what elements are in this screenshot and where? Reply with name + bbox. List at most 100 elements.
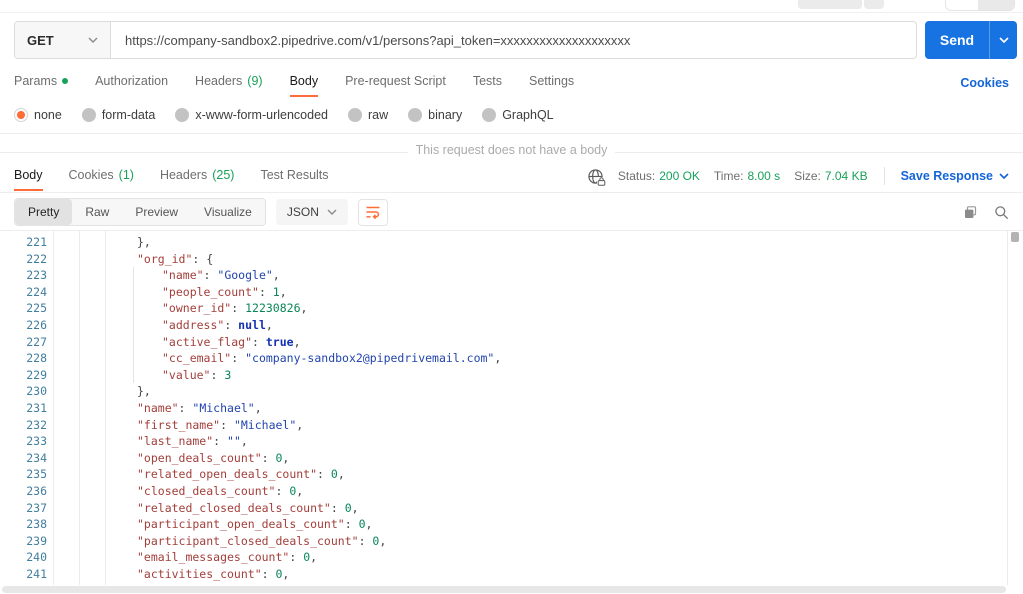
- view-tab-preview[interactable]: Preview: [122, 199, 191, 225]
- code-text: "closed_deals_count": 0,: [47, 483, 1007, 500]
- response-body-viewer[interactable]: 221}, 222 "org_id": {223 "name": "Google", 2…: [0, 231, 1008, 585]
- request-tabs-row: Params Authorization Headers (9) Body Pre-req…: [0, 68, 1023, 97]
- token-p: ,: [296, 417, 304, 432]
- code-text: "first_name": "Michael",: [47, 417, 1007, 434]
- send-options-chevron[interactable]: [989, 21, 1017, 59]
- code-text: "name": "Google",: [47, 267, 1007, 284]
- code-text: "owner_id": 12230826,: [47, 300, 1007, 317]
- radio-icon: [482, 108, 497, 122]
- token-p: :: [330, 500, 345, 515]
- body-type-label: raw: [368, 108, 389, 122]
- time-badge: Time: 8.00 s: [713, 169, 781, 183]
- token-p: :: [224, 317, 239, 332]
- divider: [883, 167, 885, 185]
- code-text: },: [47, 383, 1007, 400]
- tab-params[interactable]: Params: [14, 68, 69, 97]
- token-k: "first_name": [137, 417, 221, 432]
- response-view-toolbar: Pretty Raw Preview Visualize JSON: [14, 198, 1009, 226]
- tab-authorization[interactable]: Authorization: [95, 68, 168, 97]
- network-globe-lock-icon[interactable]: [587, 168, 606, 186]
- copy-icon[interactable]: [963, 205, 978, 220]
- token-p: ,: [240, 434, 248, 449]
- token-k: "participant_closed_deals_count": [137, 533, 359, 548]
- horizontal-scrollbar[interactable]: [0, 586, 1023, 594]
- chrome-button-group[interactable]: [798, 0, 862, 9]
- token-p: ,: [300, 301, 308, 316]
- body-type-x-www-form-urlencoded[interactable]: x-www-form-urlencoded: [175, 108, 328, 122]
- body-type-graphql[interactable]: GraphQL: [482, 108, 554, 122]
- request-tabs: Params Authorization Headers (9) Body Pre-req…: [14, 68, 960, 97]
- token-p: ,: [272, 268, 280, 283]
- indent-guide: [79, 231, 80, 585]
- method-select[interactable]: GET: [15, 22, 111, 58]
- tab-tests[interactable]: Tests: [473, 68, 502, 97]
- chrome-button[interactable]: [864, 0, 884, 9]
- token-s: "Michael": [192, 400, 255, 415]
- token-k: "address": [162, 317, 225, 332]
- token-p: : {: [192, 251, 214, 266]
- code-line: 239 "participant_closed_deals_count": 0,: [0, 533, 1007, 550]
- body-type-binary[interactable]: binary: [408, 108, 462, 122]
- format-select[interactable]: JSON: [275, 199, 348, 225]
- cookies-link[interactable]: Cookies: [960, 76, 1009, 90]
- line-number: 239: [26, 533, 47, 548]
- body-type-raw[interactable]: raw: [348, 108, 388, 122]
- code-line: 226 "address": null,: [0, 317, 1007, 334]
- view-tab-visualize[interactable]: Visualize: [191, 199, 265, 225]
- token-p: :: [261, 450, 276, 465]
- save-response-button[interactable]: Save Response: [901, 169, 1009, 183]
- tab-pre-request-script[interactable]: Pre-request Script: [345, 68, 446, 97]
- token-p: :: [252, 334, 266, 349]
- token-k: "owner_id": [162, 301, 232, 316]
- tab-body[interactable]: Body: [289, 68, 319, 97]
- wrap-text-button[interactable]: [357, 198, 388, 226]
- token-k: "name": [137, 400, 179, 415]
- code-text: "participant_closed_deals_count": 0,: [47, 533, 1007, 550]
- token-s: "": [227, 434, 241, 449]
- tab-label: Body: [289, 74, 319, 88]
- token-b: null: [238, 317, 266, 332]
- code-line: 240 "email_messages_count": 0,: [0, 549, 1007, 566]
- body-type-none[interactable]: none: [14, 108, 62, 122]
- token-k: "related_closed_deals_count": [137, 500, 331, 515]
- response-tab-body[interactable]: Body: [14, 162, 43, 191]
- view-tab-raw[interactable]: Raw: [72, 199, 122, 225]
- code-text: },: [47, 234, 1007, 251]
- response-tab-test-results[interactable]: Test Results: [260, 162, 328, 191]
- token-b: true: [265, 334, 294, 349]
- view-tab-pretty[interactable]: Pretty: [15, 199, 73, 225]
- code-line: 233 "last_name": "",: [0, 433, 1007, 450]
- horizontal-scrollbar-thumb[interactable]: [2, 586, 1006, 593]
- code-line: 231 "name": "Michael",: [0, 400, 1007, 417]
- line-number: 233: [26, 434, 47, 449]
- token-p: },: [137, 384, 151, 399]
- token-p: ,: [282, 450, 290, 465]
- token-p: :: [358, 533, 373, 548]
- code-text: "last_name": "",: [47, 433, 1007, 450]
- vertical-scrollbar-thumb[interactable]: [1011, 232, 1019, 242]
- token-k: "cc_email": [162, 351, 232, 366]
- response-tab-headers[interactable]: Headers (25): [160, 162, 234, 191]
- token-k: "name": [162, 268, 204, 283]
- empty-body-message: This request does not have a body: [0, 143, 1023, 157]
- tab-settings[interactable]: Settings: [529, 68, 574, 97]
- token-p: ,: [337, 467, 345, 482]
- code-line: 235 "related_open_deals_count": 0,: [0, 466, 1007, 483]
- token-k: "closed_deals_count": [137, 483, 276, 498]
- line-number: 231: [26, 400, 47, 415]
- body-type-form-data[interactable]: form-data: [81, 108, 155, 122]
- chrome-toggle[interactable]: [945, 0, 1015, 11]
- body-type-label: GraphQL: [502, 108, 554, 122]
- tab-label: Tests: [472, 74, 502, 88]
- tab-count: (1): [118, 167, 134, 182]
- response-tab-cookies[interactable]: Cookies (1): [69, 162, 134, 191]
- radio-icon: [175, 108, 190, 122]
- radio-icon: [14, 108, 28, 122]
- line-number: 230: [26, 384, 47, 399]
- send-button[interactable]: Send: [925, 21, 1017, 59]
- tab-headers[interactable]: Headers (9): [195, 68, 263, 97]
- search-icon[interactable]: [994, 205, 1009, 220]
- body-type-label: binary: [428, 108, 463, 122]
- url-input[interactable]: https://company-sandbox2.pipedrive.com/v…: [111, 22, 916, 58]
- line-number: 236: [26, 483, 47, 498]
